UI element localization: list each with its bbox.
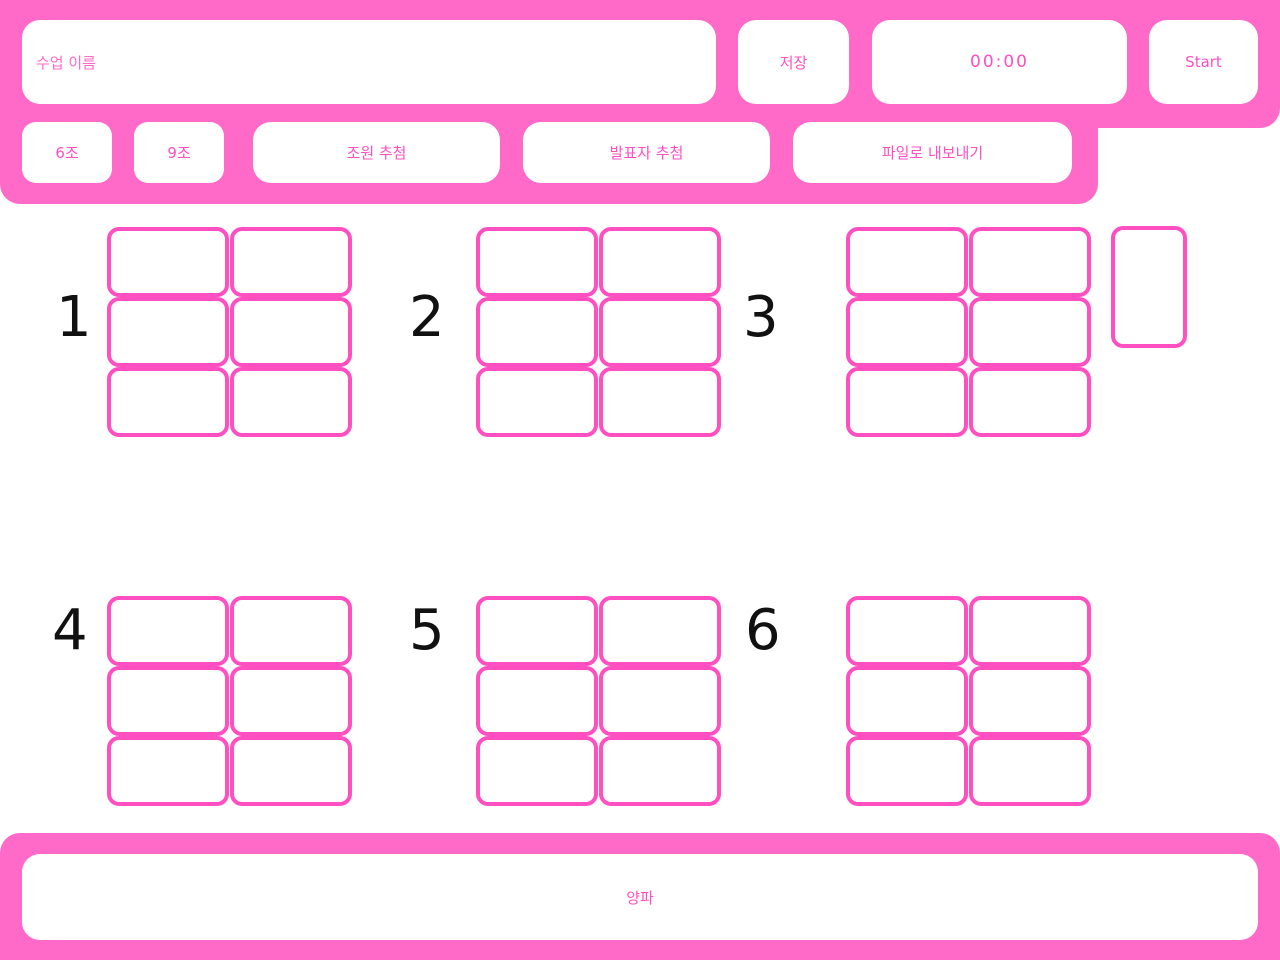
group-6-seat[interactable] (846, 596, 968, 666)
group-4-seat[interactable] (230, 736, 352, 806)
group-6-seat[interactable] (846, 666, 968, 736)
nine-groups-button[interactable]: 9조 (134, 122, 224, 183)
group-2-seat[interactable] (599, 297, 721, 367)
group-number-2: 2 (409, 285, 445, 350)
group-5-seat[interactable] (599, 596, 721, 666)
group-1-seat[interactable] (230, 367, 352, 437)
group-5-seat[interactable] (599, 736, 721, 806)
group-5-seat[interactable] (599, 666, 721, 736)
group-3-seat[interactable] (969, 297, 1091, 367)
group-5-seat[interactable] (476, 666, 598, 736)
group-6-seat[interactable] (846, 736, 968, 806)
member-draw-button[interactable]: 조원 추첨 (253, 122, 500, 183)
footer-label: 양파 (626, 888, 654, 907)
save-button[interactable]: 저장 (738, 20, 849, 104)
group-2-seat[interactable] (476, 227, 598, 297)
group-1-seat[interactable] (107, 227, 229, 297)
six-groups-button[interactable]: 6조 (22, 122, 112, 183)
export-label: 파일로 내보내기 (881, 144, 984, 162)
presenter-draw-button[interactable]: 발표자 추첨 (523, 122, 770, 183)
member-draw-label: 조원 추첨 (346, 144, 407, 162)
timer-display: 00:00 (872, 20, 1127, 104)
start-button[interactable]: Start (1149, 20, 1258, 104)
group-6-seat[interactable] (969, 666, 1091, 736)
lesson-name-placeholder: 수업 이름 (36, 53, 96, 72)
presenter-draw-label: 발표자 추첨 (609, 144, 684, 162)
group-4-seat[interactable] (230, 666, 352, 736)
group-1-seat[interactable] (230, 297, 352, 367)
export-button[interactable]: 파일로 내보내기 (793, 122, 1072, 183)
group-1-seat[interactable] (230, 227, 352, 297)
start-button-label: Start (1185, 53, 1222, 71)
timer-value: 00:00 (970, 52, 1029, 72)
group-5-seat[interactable] (476, 736, 598, 806)
group-4-seat[interactable] (107, 666, 229, 736)
group-2-seat[interactable] (599, 367, 721, 437)
footer-label-box: 양파 (22, 854, 1258, 940)
save-button-label: 저장 (779, 53, 808, 72)
group-2-seat[interactable] (599, 227, 721, 297)
group-number-3: 3 (743, 285, 779, 350)
group-number-5: 5 (409, 598, 445, 663)
group-number-4: 4 (52, 598, 88, 663)
group-6-seat[interactable] (969, 596, 1091, 666)
group-5-seat[interactable] (476, 596, 598, 666)
group-number-1: 1 (56, 285, 92, 350)
group-2-seat[interactable] (476, 297, 598, 367)
group-number-6: 6 (745, 598, 781, 663)
group-2-seat[interactable] (476, 367, 598, 437)
lesson-name-input[interactable]: 수업 이름 (22, 20, 716, 104)
group-4-seat[interactable] (107, 736, 229, 806)
nine-groups-label: 9조 (167, 144, 191, 162)
group-3-seat[interactable] (969, 367, 1091, 437)
group-1-seat[interactable] (107, 297, 229, 367)
group-1-seat[interactable] (107, 367, 229, 437)
group-4-seat[interactable] (107, 596, 229, 666)
group-3-seat[interactable] (846, 227, 968, 297)
group-4-seat[interactable] (230, 596, 352, 666)
six-groups-label: 6조 (55, 144, 79, 162)
group-6-seat[interactable] (969, 736, 1091, 806)
extra-seat-slot[interactable] (1111, 226, 1187, 348)
group-3-seat[interactable] (846, 297, 968, 367)
group-3-seat[interactable] (969, 227, 1091, 297)
group-3-seat[interactable] (846, 367, 968, 437)
